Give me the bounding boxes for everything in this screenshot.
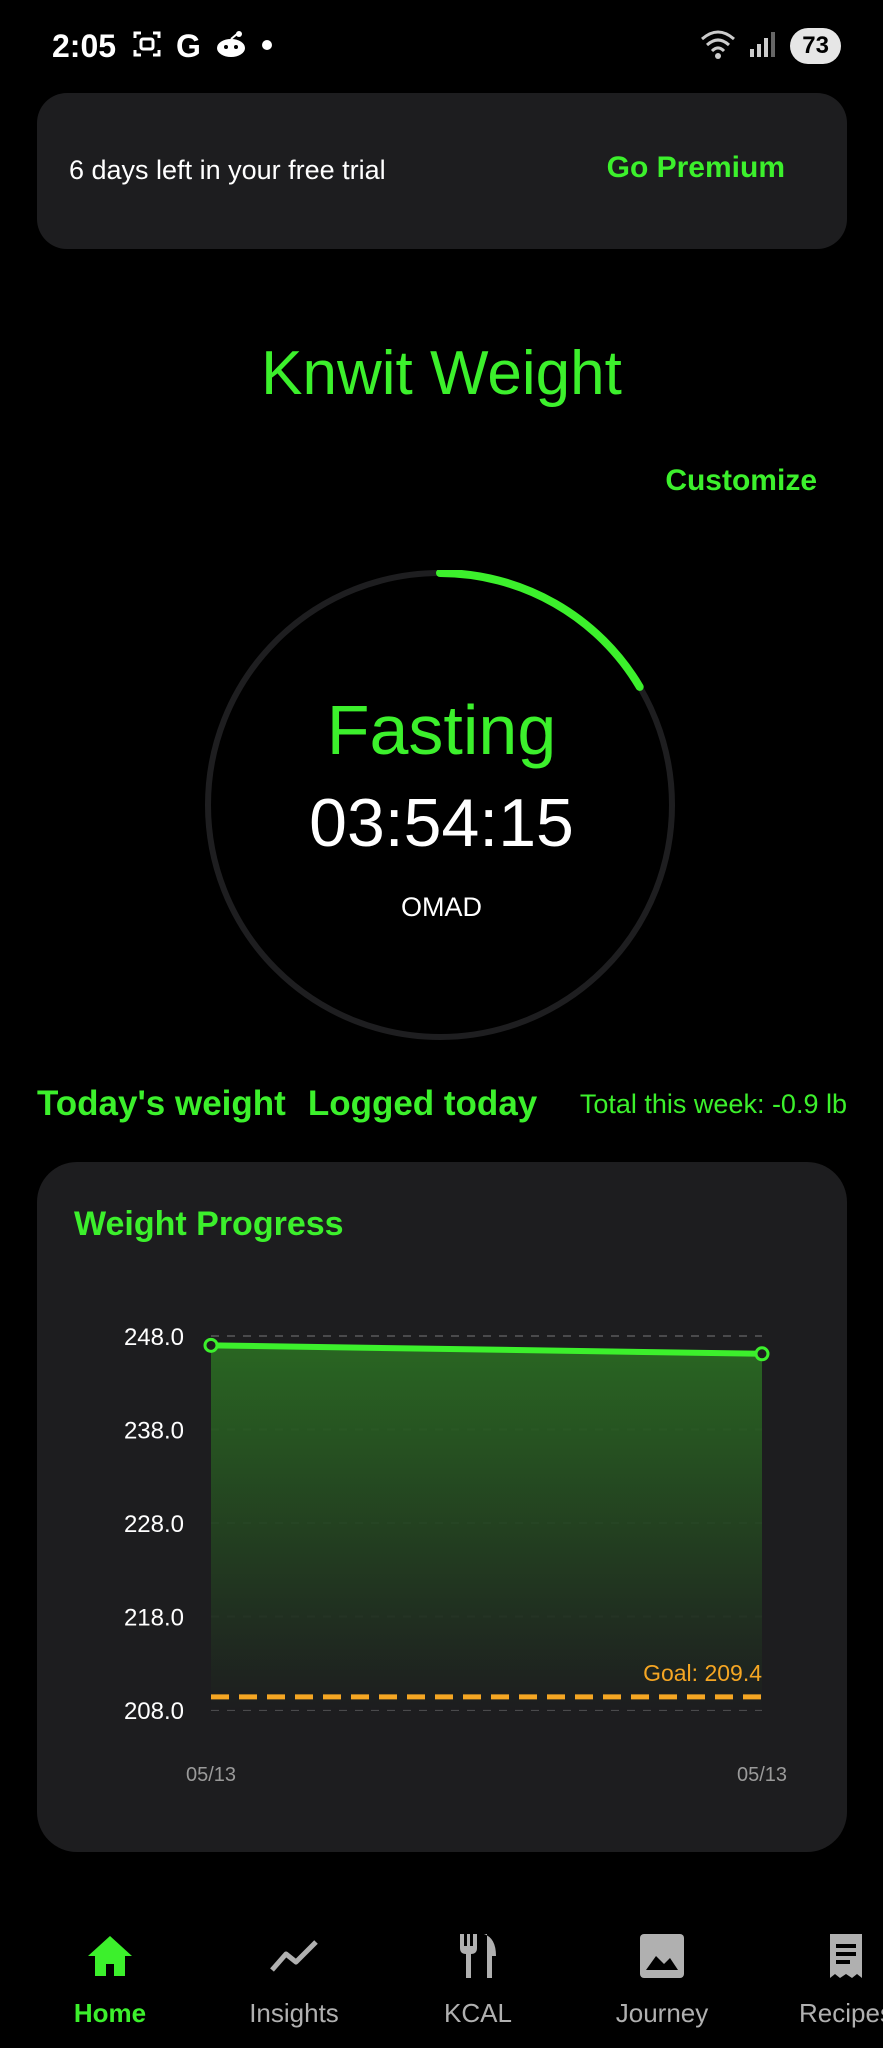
reddit-icon: [215, 29, 247, 64]
notification-icons: G: [132, 28, 273, 65]
image-icon: [640, 1934, 684, 1978]
trial-text: 6 days left in your free trial: [69, 155, 386, 185]
home-icon: [88, 1936, 132, 1976]
nav-label: Journey: [615, 1998, 709, 2028]
weight-area: [211, 1345, 762, 1710]
dot-icon: [261, 38, 273, 56]
customize-button[interactable]: Customize: [665, 464, 817, 498]
y-tick-label: 238.0: [124, 1418, 184, 1445]
goal-label: Goal: 209.4: [643, 1660, 762, 1686]
nav-journey[interactable]: Journey: [582, 1930, 742, 2029]
nav-label: Recipes: [799, 1998, 883, 2028]
fasting-plan: OMAD: [401, 892, 482, 922]
signal-icon: [748, 29, 778, 64]
google-icon: G: [176, 28, 201, 64]
utensils-icon: [460, 1934, 496, 1978]
weight-progress-card: Weight Progress 248.0 238.0 228.0 218.0 208.…: [37, 1162, 847, 1852]
battery-indicator: 73: [790, 28, 841, 64]
insights-icon: [270, 1940, 318, 1972]
receipt-icon: [830, 1934, 862, 1978]
week-total: Total this week: -0.9 lb: [579, 1088, 847, 1119]
nav-label: Home: [73, 1998, 147, 2028]
ring-progress-arc: [436, 570, 644, 691]
weight-summary-row: Today's weight Logged today Total this w…: [37, 1082, 847, 1126]
y-tick-label: 248.0: [124, 1324, 184, 1351]
todays-weight-button[interactable]: Today's weight: [37, 1084, 286, 1124]
wifi-icon: [700, 29, 736, 64]
trial-banner: 6 days left in your free trial Go Premiu…: [37, 93, 847, 249]
bottom-navigation: Home Insights KCAL Journey Recipes: [0, 1900, 883, 2048]
x-tick-label: 05/13: [186, 1764, 236, 1786]
nav-label: Insights: [249, 1998, 339, 2028]
nav-label: KCAL: [444, 1998, 512, 2028]
fasting-timer: 03:54:15: [309, 785, 574, 861]
system-icons: 73: [700, 28, 841, 64]
weight-point: [754, 1346, 770, 1362]
go-premium-button[interactable]: Go Premium: [607, 151, 785, 185]
weight-chart: 248.0 238.0 228.0 218.0 208.0 05/13 05/13 Goal:…: [124, 1324, 787, 1786]
y-tick-label: 208.0: [124, 1698, 184, 1725]
y-tick-label: 228.0: [124, 1511, 184, 1538]
status-bar: 2:05 G 73: [0, 0, 883, 96]
nav-kcal[interactable]: KCAL: [398, 1930, 558, 2029]
logged-today-status: Logged today: [307, 1084, 538, 1123]
weight-point: [203, 1337, 219, 1353]
fasting-status: Fasting: [326, 691, 557, 769]
nav-recipes[interactable]: Recipes: [766, 1930, 883, 2029]
app-title: Knwit Weight: [261, 339, 622, 408]
x-tick-label: 05/13: [737, 1764, 787, 1786]
nav-home[interactable]: Home: [30, 1930, 190, 2029]
nav-insights[interactable]: Insights: [214, 1930, 374, 2029]
status-time: 2:05: [52, 28, 117, 64]
screenshot-icon: [132, 29, 162, 64]
y-tick-label: 218.0: [124, 1605, 184, 1632]
